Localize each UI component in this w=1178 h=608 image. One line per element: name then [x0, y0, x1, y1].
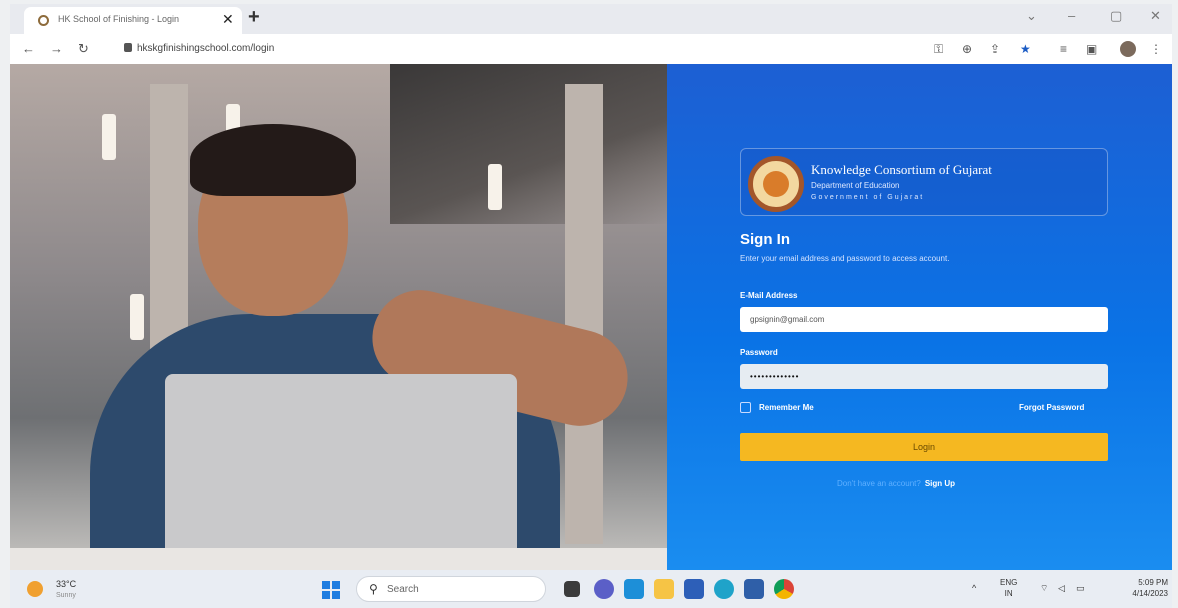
start-tile [322, 591, 330, 599]
reload-icon[interactable]: ↻ [78, 41, 89, 57]
email-label: E-Mail Address [740, 291, 798, 300]
store-icon[interactable] [744, 579, 764, 599]
search-icon: ⚲ [369, 582, 378, 596]
site-favicon-icon [38, 15, 49, 26]
back-icon[interactable]: ← [22, 41, 35, 56]
zoom-icon[interactable]: ⊕ [962, 42, 972, 56]
restore-button[interactable]: ▢ [1110, 8, 1122, 24]
browser-tab-login[interactable]: HK School of Finishing - Login ✕ [24, 7, 242, 34]
profile-avatar[interactable] [1120, 41, 1136, 57]
photo-light [130, 294, 144, 340]
search-placeholder: Search [387, 584, 419, 595]
forward-icon[interactable]: → [50, 41, 63, 56]
volume-icon[interactable]: ◁ [1058, 583, 1065, 594]
photo-laptop [165, 374, 517, 570]
widgets-icon[interactable] [624, 579, 644, 599]
url-field[interactable]: hkskgfinishingschool.com/login [137, 43, 274, 54]
taskbar-search[interactable]: ⚲ Search [356, 576, 546, 602]
weather-temp[interactable]: 33°C [56, 579, 76, 589]
email-field[interactable]: gpsignin@gmail.com [740, 307, 1108, 332]
close-window-button[interactable]: ✕ [1150, 8, 1161, 24]
browser-menu-icon[interactable]: ⋮ [1150, 42, 1162, 56]
minimize-button[interactable]: – [1068, 8, 1075, 23]
chrome-icon[interactable] [774, 579, 794, 599]
brand-card: Knowledge Consortium of Gujarat Departme… [740, 148, 1108, 216]
page-content: Knowledge Consortium of Gujarat Departme… [10, 64, 1172, 570]
mail-icon[interactable] [684, 579, 704, 599]
battery-icon[interactable]: ▭ [1076, 583, 1085, 594]
clock-time: 5:09 PM [1138, 578, 1168, 587]
weather-sun-icon[interactable] [27, 581, 43, 597]
photo-desk [10, 548, 667, 570]
lang-code: ENG [1000, 578, 1018, 587]
signup-link[interactable]: Sign Up [925, 479, 955, 488]
start-tile [332, 591, 340, 599]
remember-me-checkbox[interactable] [740, 402, 751, 413]
task-view-icon[interactable] [564, 581, 580, 597]
edge-icon[interactable] [714, 579, 734, 599]
photo-staircase [390, 64, 667, 224]
wifi-icon[interactable]: ⌔ [1040, 583, 1048, 594]
tray-chevron-icon[interactable]: ^ [972, 583, 976, 593]
new-tab-button[interactable]: + [248, 6, 260, 29]
start-tile [332, 581, 340, 589]
start-button[interactable] [322, 581, 340, 599]
login-button[interactable]: Login [740, 433, 1108, 461]
lock-icon[interactable] [124, 43, 132, 52]
signup-prompt: Don't have an account? [837, 479, 921, 488]
signup-row: Don't have an account? Sign Up [837, 479, 955, 488]
hero-photo [10, 64, 667, 570]
screen: HK School of Finishing - Login ✕ + ⌄ – ▢… [0, 0, 1178, 608]
photo-person-hair [190, 124, 356, 196]
sidebar-icon[interactable]: ▣ [1086, 42, 1097, 56]
key-icon[interactable]: ⚿ [934, 42, 943, 57]
signin-subtitle: Enter your email address and password to… [740, 254, 950, 263]
photo-pillar [565, 84, 603, 544]
remember-me-label[interactable]: Remember Me [759, 403, 814, 412]
kcg-logo-icon [748, 156, 804, 212]
chat-icon[interactable] [594, 579, 614, 599]
address-bar: ← → ↻ hkskgfinishingschool.com/login ⚿ ⊕… [10, 34, 1172, 64]
password-field[interactable]: ••••••••••••• [740, 364, 1108, 389]
bookmark-star-icon[interactable]: ★ [1020, 42, 1031, 56]
taskbar: 33°C Sunny ⚲ Search ^ ENG IN ⌔ ◁ ▭ 5:09 … [10, 570, 1172, 608]
browser-tab-strip: HK School of Finishing - Login ✕ + ⌄ – ▢… [10, 4, 1172, 34]
language-indicator[interactable]: ENG IN [1000, 577, 1017, 599]
password-label: Password [740, 348, 778, 357]
taskbar-clock[interactable]: 5:09 PM 4/14/2023 [1112, 577, 1168, 599]
forgot-password-link[interactable]: Forgot Password [1019, 403, 1084, 412]
photo-light [488, 164, 502, 210]
share-icon[interactable]: ⇪ [990, 42, 1000, 56]
clock-date: 4/14/2023 [1132, 589, 1168, 598]
tab-title: HK School of Finishing - Login [58, 14, 180, 24]
tab-search-icon[interactable]: ⌄ [1026, 8, 1037, 24]
page-title: Sign In [740, 231, 790, 248]
brand-title: Knowledge Consortium of Gujarat [811, 162, 992, 177]
weather-condition[interactable]: Sunny [56, 592, 76, 599]
brand-government: Government of Gujarat [811, 194, 925, 201]
lang-region: IN [1004, 589, 1013, 598]
login-panel: Knowledge Consortium of Gujarat Departme… [667, 64, 1172, 570]
photo-light [102, 114, 116, 160]
start-tile [322, 581, 330, 589]
brand-department: Department of Education [811, 181, 900, 190]
extensions-icon[interactable]: ≡ [1060, 42, 1067, 56]
file-explorer-icon[interactable] [654, 579, 674, 599]
tab-close-icon[interactable]: ✕ [222, 11, 234, 28]
logo-emblem [763, 171, 789, 197]
